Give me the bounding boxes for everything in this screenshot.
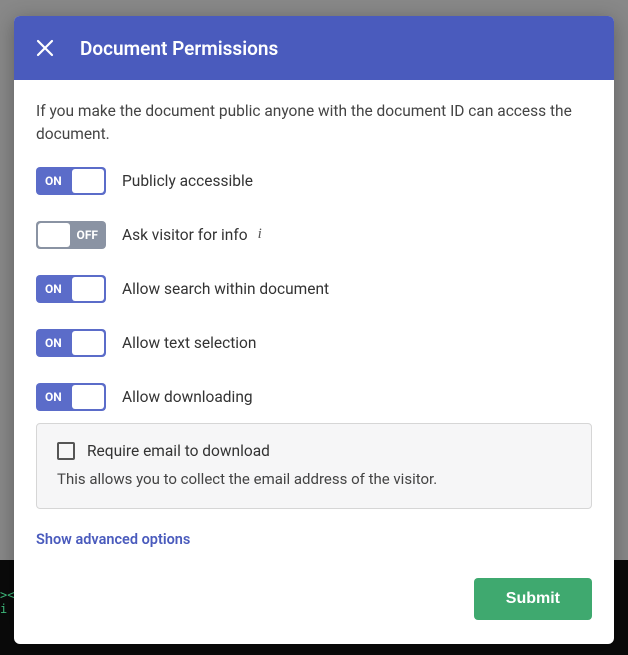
toggle-knob [72,331,104,355]
toggle-label: Allow search within document [122,280,329,298]
toggle-state-label: OFF [77,228,98,242]
toggle-knob [72,385,104,409]
toggle-row-search: ON Allow search within document [36,275,592,303]
toggle-state-label: ON [45,282,62,296]
toggle-label: Allow downloading [122,388,253,406]
advanced-options-link[interactable]: Show advanced options [36,531,592,548]
modal-header: Document Permissions [14,16,614,80]
checkbox-label: Require email to download [87,442,270,460]
toggle-knob [72,277,104,301]
checkbox-require-email[interactable] [57,442,75,460]
toggle-state-label: ON [45,390,62,404]
toggle-row-download: ON Allow downloading [36,383,592,411]
modal-footer: Submit [36,578,592,620]
permissions-modal: Document Permissions If you make the doc… [14,16,614,644]
close-icon[interactable] [34,37,56,59]
toggle-knob [38,223,70,247]
toggle-label: Allow text selection [122,334,256,352]
submit-button[interactable]: Submit [474,578,592,620]
toggle-search[interactable]: ON [36,275,106,303]
info-icon[interactable]: i [258,226,262,243]
checkbox-row-require-email: Require email to download [57,442,571,460]
toggle-download[interactable]: ON [36,383,106,411]
toggle-label: Publicly accessible [122,172,253,190]
modal-title: Document Permissions [80,37,278,60]
toggle-row-public: ON Publicly accessible [36,167,592,195]
toggle-row-text-select: ON Allow text selection [36,329,592,357]
toggle-label: Ask visitor for info [122,226,248,244]
toggle-public[interactable]: ON [36,167,106,195]
toggle-text-select[interactable]: ON [36,329,106,357]
toggle-visitor-info[interactable]: OFF [36,221,106,249]
toggle-state-label: ON [45,174,62,188]
toggle-knob [72,169,104,193]
helper-text: This allows you to collect the email add… [57,470,571,488]
toggle-state-label: ON [45,336,62,350]
toggle-row-visitor-info: OFF Ask visitor for info i [36,221,592,249]
download-options-box: Require email to download This allows yo… [36,423,592,509]
intro-text: If you make the document public anyone w… [36,100,592,147]
